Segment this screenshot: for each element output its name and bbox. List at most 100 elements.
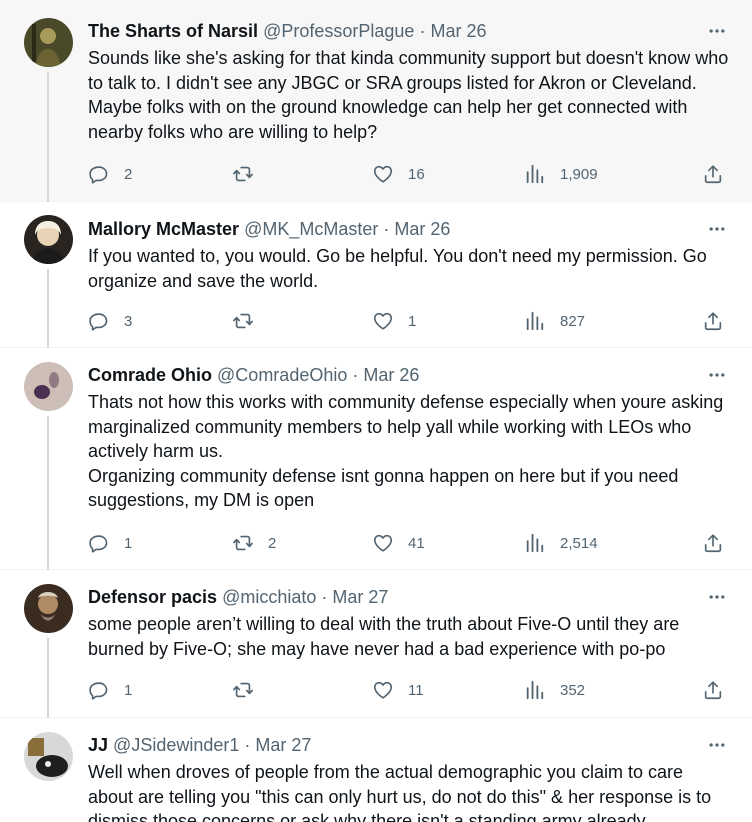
display-name[interactable]: Mallory McMaster: [88, 219, 239, 239]
display-name[interactable]: Comrade Ohio: [88, 365, 212, 385]
view-count: 2,514: [560, 534, 598, 552]
tweet-actions: 1 11 352: [88, 678, 724, 702]
view-count: 827: [560, 312, 586, 330]
tweet-actions: 3 1 827: [88, 309, 724, 333]
tweet[interactable]: Comrade Ohio @ComradeOhio · Mar 26 Thats…: [0, 348, 752, 570]
tweet-header: Comrade Ohio @ComradeOhio · Mar 26: [88, 364, 692, 386]
like-count: 1: [408, 312, 417, 330]
thread-line: [47, 269, 49, 348]
reply-button[interactable]: 1: [88, 678, 132, 702]
tweet-date[interactable]: Mar 27: [255, 735, 311, 755]
share-button[interactable]: [702, 531, 724, 555]
reply-count: 2: [124, 165, 133, 183]
user-handle[interactable]: @ProfessorPlague: [263, 21, 414, 41]
user-handle[interactable]: @JSidewinder1: [113, 735, 239, 755]
more-options-icon[interactable]: [706, 586, 728, 608]
views-button[interactable]: 827: [524, 309, 585, 333]
more-options-icon[interactable]: [706, 364, 728, 386]
tweet[interactable]: JJ @JSidewinder1 · Mar 27 Well when drov…: [0, 718, 752, 822]
share-icon: [702, 532, 724, 554]
reply-button[interactable]: 3: [88, 309, 132, 333]
heart-icon: [372, 310, 394, 332]
views-button[interactable]: 1,909: [524, 162, 598, 186]
tweet[interactable]: Defensor pacis @micchiato · Mar 27 some …: [0, 570, 752, 718]
heart-icon: [372, 679, 394, 701]
thread-line: [47, 416, 49, 570]
views-button[interactable]: 352: [524, 678, 585, 702]
separator-dot: ·: [419, 21, 426, 41]
reply-count: 1: [124, 534, 133, 552]
avatar[interactable]: [24, 732, 73, 781]
avatar[interactable]: [24, 215, 73, 264]
user-handle[interactable]: @micchiato: [222, 587, 316, 607]
tweet-text: Sounds like she's asking for that kinda …: [88, 48, 729, 142]
more-options-icon[interactable]: [706, 218, 728, 240]
retweet-button[interactable]: [232, 309, 254, 333]
tweet-header: The Sharts of Narsil @ProfessorPlague · …: [88, 20, 692, 42]
retweet-icon: [232, 679, 254, 701]
tweet-date[interactable]: Mar 26: [394, 219, 450, 239]
thread-line: [47, 638, 49, 718]
user-handle[interactable]: @MK_McMaster: [244, 219, 378, 239]
display-name[interactable]: Defensor pacis: [88, 587, 217, 607]
view-count: 352: [560, 681, 586, 699]
reply-icon: [88, 310, 110, 332]
reply-icon: [88, 163, 110, 185]
views-chart-icon: [524, 163, 546, 185]
retweet-count: 2: [268, 534, 277, 552]
share-button[interactable]: [702, 309, 724, 333]
retweet-button[interactable]: 2: [232, 531, 276, 555]
thread-line: [47, 72, 49, 202]
tweet[interactable]: The Sharts of Narsil @ProfessorPlague · …: [0, 0, 752, 202]
retweet-icon: [232, 310, 254, 332]
reply-icon: [88, 532, 110, 554]
like-button[interactable]: 16: [372, 162, 425, 186]
separator-dot: ·: [352, 365, 359, 385]
views-chart-icon: [524, 310, 546, 332]
reply-count: 1: [124, 681, 133, 699]
share-button[interactable]: [702, 678, 724, 702]
tweet-text: some people aren’t willing to deal with …: [88, 614, 680, 659]
share-icon: [702, 310, 724, 332]
reply-icon: [88, 679, 110, 701]
more-options-icon[interactable]: [706, 20, 728, 42]
tweet[interactable]: Mallory McMaster @MK_McMaster · Mar 26 I…: [0, 202, 752, 348]
display-name[interactable]: JJ: [88, 735, 108, 755]
like-count: 41: [408, 534, 425, 552]
view-count: 1,909: [560, 165, 598, 183]
like-button[interactable]: 11: [372, 678, 424, 702]
reply-button[interactable]: 2: [88, 162, 132, 186]
tweet-text: Well when droves of people from the actu…: [88, 762, 712, 822]
reply-count: 3: [124, 312, 133, 330]
retweet-button[interactable]: [232, 162, 254, 186]
like-button[interactable]: 41: [372, 531, 425, 555]
heart-icon: [372, 532, 394, 554]
avatar[interactable]: [24, 362, 73, 411]
display-name[interactable]: The Sharts of Narsil: [88, 21, 258, 41]
user-handle[interactable]: @ComradeOhio: [217, 365, 347, 385]
tweet-date[interactable]: Mar 27: [332, 587, 388, 607]
views-chart-icon: [524, 532, 546, 554]
more-options-icon[interactable]: [706, 734, 728, 756]
like-button[interactable]: 1: [372, 309, 416, 333]
tweet-header: Defensor pacis @micchiato · Mar 27: [88, 586, 692, 608]
retweet-icon: [232, 163, 254, 185]
views-chart-icon: [524, 679, 546, 701]
heart-icon: [372, 163, 394, 185]
avatar[interactable]: [24, 18, 73, 67]
share-icon: [702, 679, 724, 701]
like-count: 11: [408, 681, 424, 699]
share-button[interactable]: [702, 162, 724, 186]
reply-button[interactable]: 1: [88, 531, 132, 555]
tweet-date[interactable]: Mar 26: [430, 21, 486, 41]
reply-thread: The Sharts of Narsil @ProfessorPlague · …: [0, 0, 752, 822]
tweet-date[interactable]: Mar 26: [363, 365, 419, 385]
retweet-button[interactable]: [232, 678, 254, 702]
avatar[interactable]: [24, 584, 73, 633]
like-count: 16: [408, 165, 425, 183]
retweet-icon: [232, 532, 254, 554]
views-button[interactable]: 2,514: [524, 531, 598, 555]
tweet-header: Mallory McMaster @MK_McMaster · Mar 26: [88, 218, 692, 240]
separator-dot: ·: [244, 735, 251, 755]
share-icon: [702, 163, 724, 185]
